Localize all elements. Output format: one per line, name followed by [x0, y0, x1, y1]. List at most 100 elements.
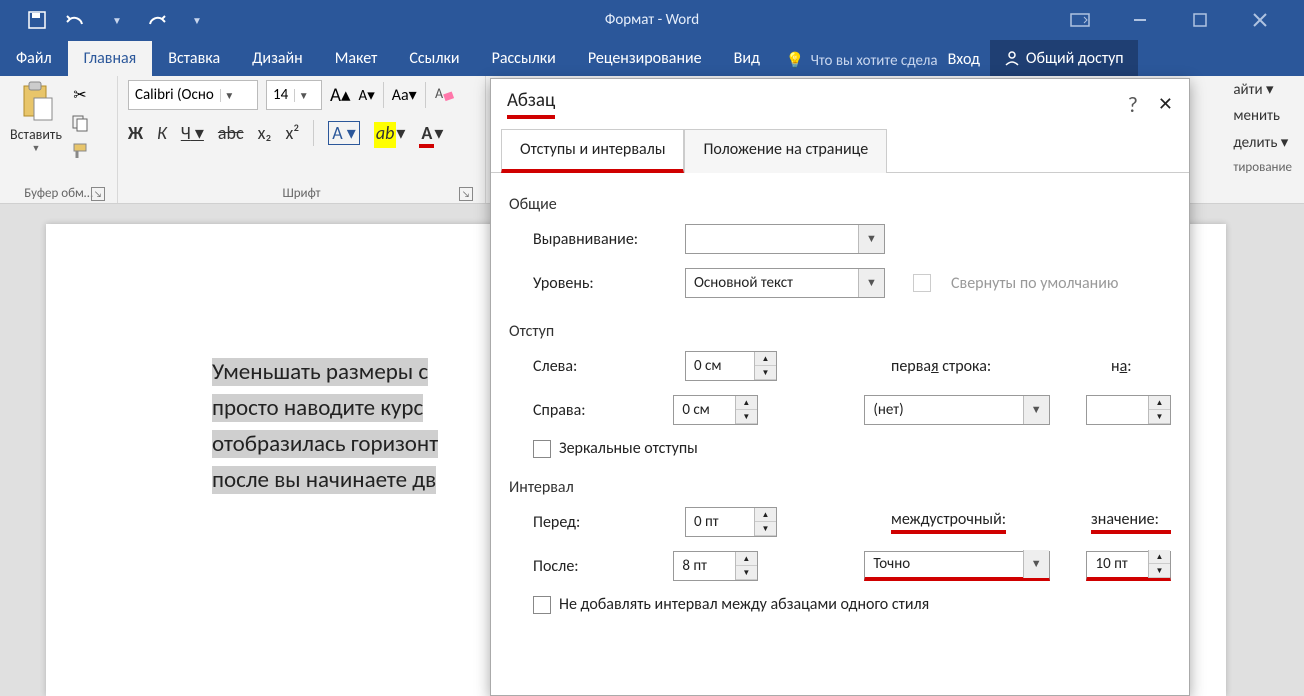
font-launcher-icon[interactable]: ↘	[459, 187, 473, 201]
after-value: 8 пт	[674, 557, 735, 575]
strike-button[interactable]: abc	[218, 122, 244, 144]
share-button[interactable]: Общий доступ	[990, 40, 1138, 76]
font-name-value: Calibri (Осно	[129, 86, 220, 104]
alignment-combo[interactable]: ▼	[685, 224, 885, 254]
dialog-close-icon[interactable]: ✕	[1158, 93, 1173, 115]
tab-insert[interactable]: Вставка	[152, 41, 236, 76]
spin-down-icon[interactable]: ▼	[755, 522, 776, 536]
label-after: После:	[533, 557, 661, 576]
tab-design[interactable]: Дизайн	[236, 41, 319, 76]
format-painter-icon[interactable]	[68, 140, 92, 162]
indent-right-value: 0 см	[674, 401, 735, 419]
before-spin[interactable]: 0 пт▲▼	[685, 507, 777, 537]
redo-icon[interactable]	[140, 3, 174, 37]
label-mirror: Зеркальные отступы	[559, 439, 698, 458]
help-icon[interactable]: ?	[1128, 91, 1138, 118]
font-name-select[interactable]: Calibri (Осно▼	[128, 80, 258, 110]
tab-indents-spacing[interactable]: Отступы и интервалы	[501, 129, 684, 173]
label-first-line: первая строка:	[891, 357, 991, 376]
section-general: Общие	[509, 195, 1171, 214]
dialog-title-bar: Абзац ? ✕	[491, 79, 1189, 129]
italic-button[interactable]: К	[157, 122, 167, 144]
dialog-tabs: Отступы и интервалы Положение на страниц…	[491, 129, 1189, 173]
clear-format-icon[interactable]: A	[434, 83, 454, 108]
tab-line-page-breaks[interactable]: Положение на странице	[684, 129, 887, 173]
font-size-select[interactable]: 14▼	[266, 80, 322, 110]
first-line-combo[interactable]: (нет)▼	[864, 395, 1049, 425]
tab-references[interactable]: Ссылки	[393, 41, 475, 76]
clipboard-launcher-icon[interactable]: ↘	[91, 187, 105, 201]
quick-access-toolbar: ▼ ▼	[0, 3, 214, 37]
chevron-down-icon: ▼	[1023, 550, 1049, 578]
highlight-icon[interactable]: ab▾	[374, 122, 406, 144]
by-spin[interactable]: ▲▼	[1086, 395, 1171, 425]
ribbon-display-icon[interactable]	[1060, 0, 1100, 40]
person-icon	[1004, 50, 1020, 66]
tell-me-text: Что вы хотите сдела	[811, 52, 938, 70]
indent-right-spin[interactable]: 0 см▲▼	[673, 395, 758, 425]
tab-layout[interactable]: Макет	[319, 41, 394, 76]
indent-left-spin[interactable]: 0 см▲▼	[685, 351, 777, 381]
change-case-icon[interactable]: Aa▾	[392, 85, 417, 105]
spin-down-icon[interactable]: ▼	[1149, 410, 1170, 424]
spin-down-icon[interactable]: ▼	[755, 366, 776, 380]
grow-font-icon[interactable]: A▴	[330, 84, 351, 107]
subscript-button[interactable]: x₂	[258, 122, 272, 144]
spin-up-icon[interactable]: ▲	[736, 552, 757, 566]
label-collapsed: Свернуты по умолчанию	[951, 274, 1118, 293]
group-clipboard: Вставить ▼ ✂ Буфер обм…↘	[0, 76, 118, 203]
undo-dropdown-icon[interactable]: ▼	[100, 3, 134, 37]
line-spacing-combo[interactable]: Точно▼	[864, 551, 1049, 581]
minimize-icon[interactable]	[1120, 0, 1160, 40]
nosame-checkbox[interactable]	[533, 596, 551, 614]
first-line-value: (нет)	[865, 401, 1022, 419]
label-alignment: Выравнивание:	[533, 230, 673, 249]
qat-customize-icon[interactable]: ▼	[180, 3, 214, 37]
tell-me-search[interactable]: 💡Что вы хотите сдела	[786, 51, 938, 76]
paste-button[interactable]: Вставить ▼	[10, 80, 62, 154]
undo-icon[interactable]	[60, 3, 94, 37]
cut-icon[interactable]: ✂	[68, 84, 92, 106]
title-bar: ▼ ▼ Формат - Word	[0, 0, 1304, 40]
font-color-icon[interactable]: A▾	[419, 122, 443, 144]
login-button[interactable]: Вход	[938, 43, 990, 76]
indent-left-value: 0 см	[686, 357, 754, 375]
tab-view[interactable]: Вид	[718, 41, 776, 76]
label-nosame: Не добавлять интервал между абзацами одн…	[559, 595, 929, 614]
bold-button[interactable]: Ж	[128, 122, 143, 144]
spin-up-icon[interactable]: ▲	[755, 352, 776, 366]
tab-mailings[interactable]: Рассылки	[476, 41, 572, 76]
spin-down-icon[interactable]: ▼	[736, 566, 757, 580]
spin-down-icon[interactable]: ▼	[1149, 564, 1170, 578]
mirror-checkbox[interactable]	[533, 440, 551, 458]
after-spin[interactable]: 8 пт▲▼	[673, 551, 758, 581]
find-button[interactable]: айти ▾	[1233, 80, 1292, 99]
spin-down-icon[interactable]: ▼	[736, 410, 757, 424]
editing-group-label: тирование	[1233, 160, 1292, 175]
underline-button[interactable]: Ч ▾	[181, 122, 204, 144]
tab-home[interactable]: Главная	[68, 41, 153, 76]
replace-button[interactable]: менить	[1233, 107, 1292, 125]
tab-review[interactable]: Рецензирование	[572, 41, 718, 76]
chevron-down-icon: ▼	[858, 225, 884, 253]
value-spin[interactable]: 10 пт▲▼	[1086, 551, 1171, 581]
superscript-button[interactable]: x²	[285, 122, 299, 144]
group-editing: айти ▾ менить делить ▾ тирование	[1221, 76, 1304, 203]
maximize-icon[interactable]	[1180, 0, 1220, 40]
level-combo[interactable]: Основной текст▼	[685, 268, 885, 298]
spin-up-icon[interactable]: ▲	[1149, 396, 1170, 410]
text-effects-icon[interactable]: A ▾	[328, 121, 360, 145]
select-button[interactable]: делить ▾	[1233, 133, 1292, 152]
spin-up-icon[interactable]: ▲	[736, 396, 757, 410]
group-font: Calibri (Осно▼ 14▼ A▴ A▾ Aa▾ A Ж К Ч ▾ a…	[118, 76, 486, 203]
save-icon[interactable]	[20, 3, 54, 37]
tab-file[interactable]: Файл	[0, 41, 68, 76]
close-icon[interactable]	[1240, 0, 1280, 40]
label-before: Перед:	[533, 513, 673, 532]
ribbon-tabs: Файл Главная Вставка Дизайн Макет Ссылки…	[0, 40, 1304, 76]
shrink-font-icon[interactable]: A▾	[359, 86, 375, 105]
spin-up-icon[interactable]: ▲	[1149, 550, 1170, 564]
spin-up-icon[interactable]: ▲	[755, 508, 776, 522]
copy-icon[interactable]	[68, 112, 92, 134]
font-group-label: Шрифт↘	[128, 186, 475, 203]
